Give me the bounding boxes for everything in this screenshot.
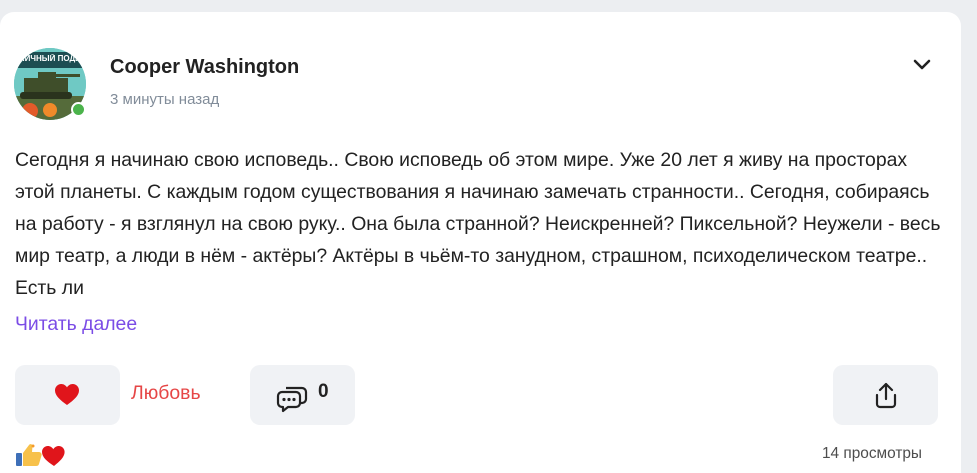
- post-menu-button[interactable]: [908, 50, 936, 78]
- post-card: ЛИЧНЫЙ ПОДВ Cooper Washington 3 минуты н…: [0, 12, 961, 473]
- share-button[interactable]: [833, 365, 938, 425]
- thumbs-up-icon: [16, 444, 42, 466]
- read-more-link[interactable]: Читать далее: [15, 313, 137, 336]
- online-status-indicator: [71, 102, 86, 117]
- reaction-icons: [16, 444, 65, 466]
- views-count: 14 просмотры: [821, 445, 922, 462]
- chevron-down-icon: [913, 59, 931, 70]
- like-button[interactable]: [15, 365, 120, 425]
- post-time[interactable]: 3 минуты назад: [110, 91, 219, 108]
- reaction-label[interactable]: Любовь: [131, 382, 201, 405]
- avatar-text: ЛИЧНЫЙ ПОДВ: [19, 54, 81, 63]
- comment-count[interactable]: 0: [318, 381, 329, 403]
- share-icon: [875, 382, 897, 409]
- comment-icon: [276, 386, 308, 413]
- comment-button[interactable]: [250, 365, 355, 425]
- post-text: Сегодня я начинаю свою исповедь.. Свою и…: [15, 149, 941, 299]
- heart-icon: [42, 446, 65, 466]
- heart-icon: [55, 384, 79, 405]
- reactions-summary[interactable]: [15, 442, 67, 468]
- author-name[interactable]: Cooper Washington: [110, 56, 299, 79]
